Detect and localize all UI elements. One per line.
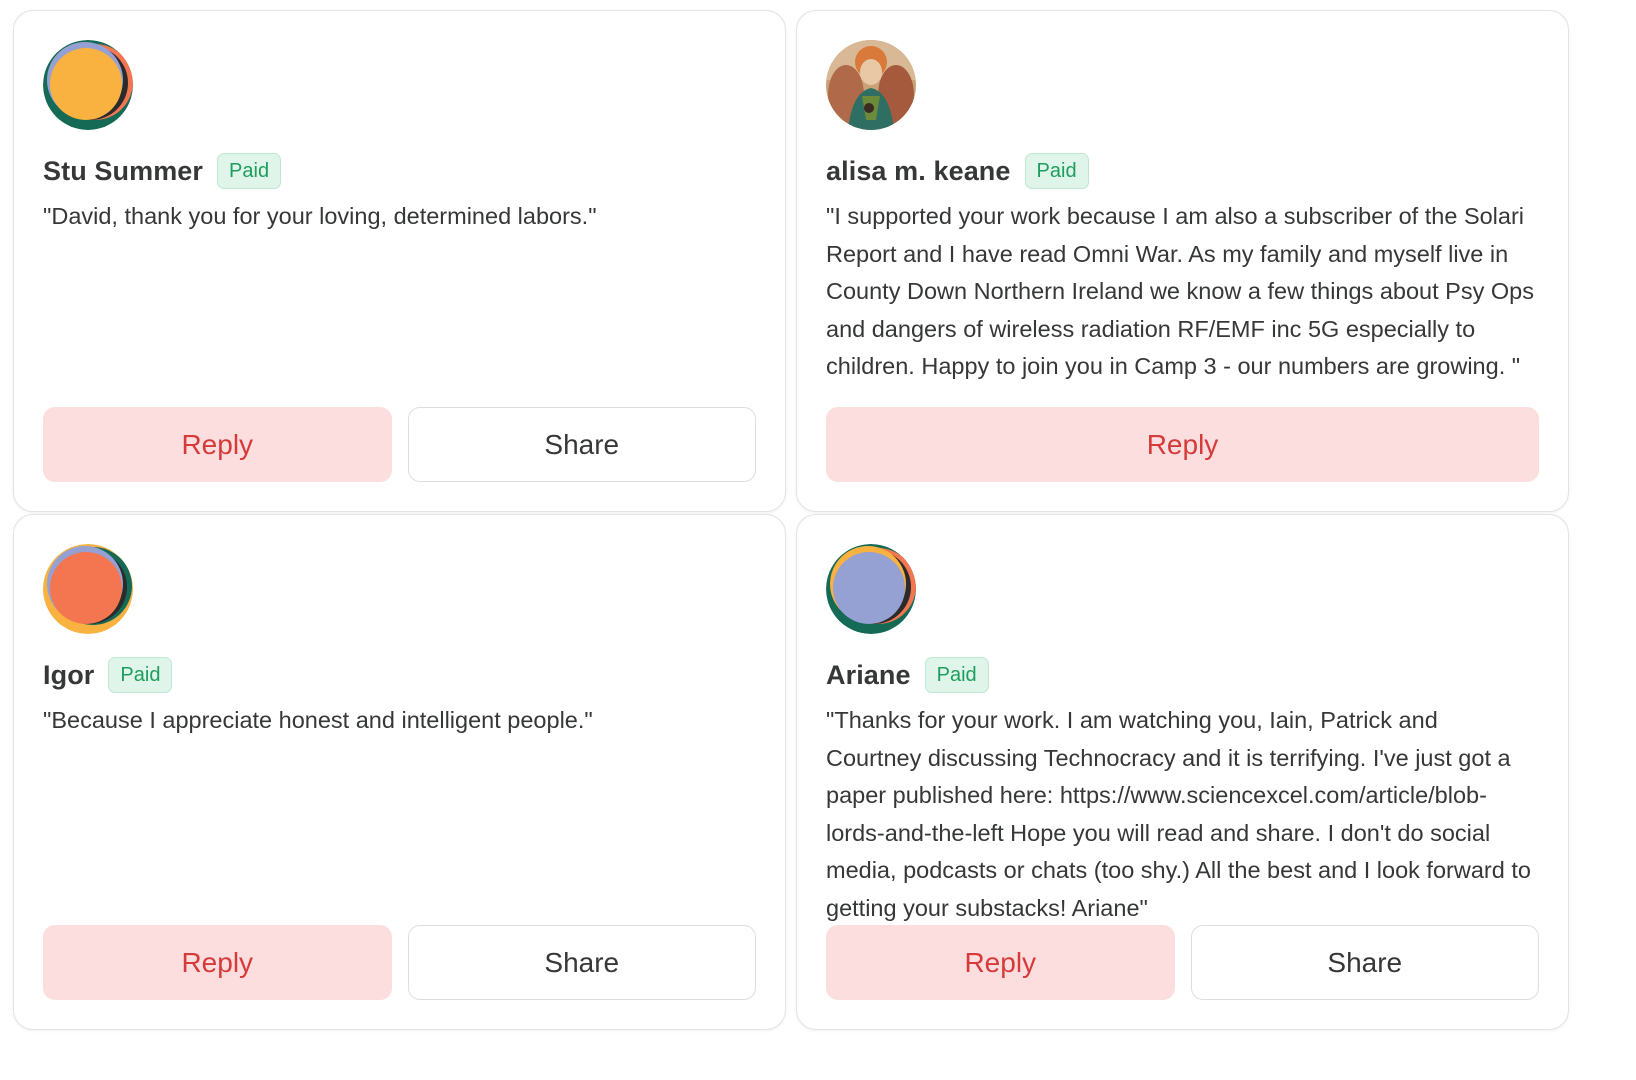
paid-badge: Paid xyxy=(1024,153,1089,189)
share-button[interactable]: Share xyxy=(407,407,756,482)
testimonial-card: Ariane Paid "Thanks for your work. I am … xyxy=(796,514,1569,1030)
paid-badge: Paid xyxy=(924,657,989,693)
author-name[interactable]: alisa m. keane xyxy=(826,156,1011,187)
author-row: Stu Summer Paid xyxy=(43,153,282,189)
testimonial-quote: "Thanks for your work. I am watching you… xyxy=(826,707,1531,921)
author-name[interactable]: Igor xyxy=(43,660,94,691)
card-actions: Reply Share xyxy=(826,925,1539,1000)
reply-button[interactable]: Reply xyxy=(43,925,392,1000)
reply-button[interactable]: Reply xyxy=(43,407,392,482)
card-actions: Reply Share xyxy=(43,925,756,1000)
share-button[interactable]: Share xyxy=(1190,925,1539,1000)
portrait-avatar[interactable] xyxy=(826,40,916,130)
reply-button[interactable]: Reply xyxy=(826,407,1539,482)
abstract-blue-avatar[interactable] xyxy=(826,544,916,634)
author-row: Igor Paid xyxy=(43,657,173,693)
reply-button[interactable]: Reply xyxy=(826,925,1175,1000)
testimonial-quote: "Because I appreciate honest and intelli… xyxy=(43,707,593,733)
author-name[interactable]: Ariane xyxy=(826,660,911,691)
paid-badge: Paid xyxy=(108,657,173,693)
author-name[interactable]: Stu Summer xyxy=(43,156,203,187)
testimonial-card: Igor Paid "Because I appreciate honest a… xyxy=(13,514,786,1030)
testimonial-grid: Stu Summer Paid "David, thank you for yo… xyxy=(0,0,1636,1080)
card-actions: Reply Share xyxy=(43,407,756,482)
testimonial-card: Stu Summer Paid "David, thank you for yo… xyxy=(13,10,786,512)
testimonial-quote: "I supported your work because I am also… xyxy=(826,203,1534,379)
author-row: alisa m. keane Paid xyxy=(826,153,1089,189)
card-actions: Reply xyxy=(826,407,1539,482)
paid-badge: Paid xyxy=(217,153,282,189)
abstract-orange-avatar[interactable] xyxy=(43,40,133,130)
testimonial-card: alisa m. keane Paid "I supported your wo… xyxy=(796,10,1569,512)
abstract-red-avatar[interactable] xyxy=(43,544,133,634)
testimonial-quote: "David, thank you for your loving, deter… xyxy=(43,203,597,229)
author-row: Ariane Paid xyxy=(826,657,989,693)
share-button[interactable]: Share xyxy=(407,925,756,1000)
